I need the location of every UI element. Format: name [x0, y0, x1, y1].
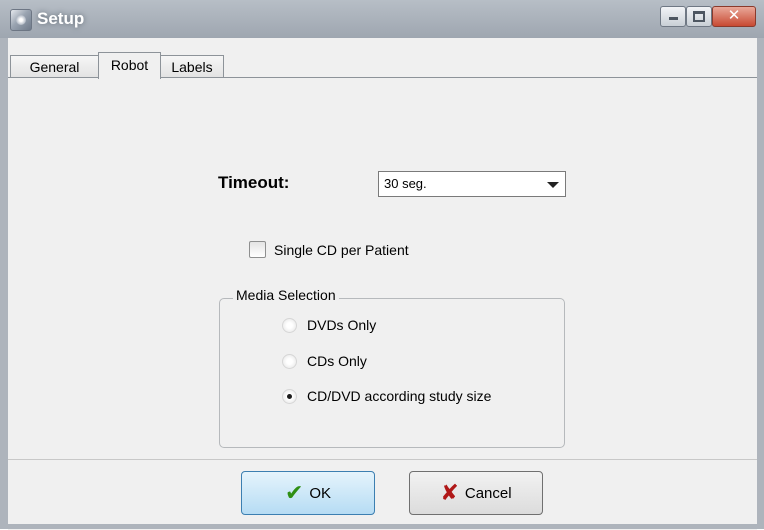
close-icon: ✕	[727, 7, 741, 24]
radio-cd-dvd-by-size-label[interactable]: CD/DVD according study size	[307, 388, 491, 404]
single-cd-label[interactable]: Single CD per Patient	[274, 242, 409, 258]
timeout-value: 30 seg.	[384, 176, 427, 191]
tab-general[interactable]: General	[10, 55, 99, 78]
cancel-button-label: Cancel	[464, 484, 512, 502]
checkmark-icon: ✔	[284, 480, 304, 505]
dialog-footer: ✔ OK ✘ Cancel	[8, 459, 757, 530]
title-bar[interactable]: Setup ✕	[0, 0, 764, 38]
timeout-dropdown[interactable]: 30 seg.	[378, 171, 566, 197]
tab-strip: General Robot Labels	[8, 52, 757, 79]
minimize-icon	[668, 17, 678, 20]
single-cd-checkbox[interactable]	[249, 241, 266, 258]
media-selection-group	[219, 298, 565, 448]
window-title: Setup	[37, 9, 85, 28]
ok-button-label: OK	[309, 484, 332, 502]
radio-dvds-only[interactable]	[282, 318, 297, 333]
dropdown-arrow-icon[interactable]	[547, 182, 559, 188]
cancel-x-icon: ✘	[440, 480, 459, 505]
window-bottom-border	[0, 524, 764, 529]
maximize-icon	[693, 11, 705, 22]
ok-button[interactable]: ✔ OK	[241, 471, 375, 515]
tab-robot[interactable]: Robot	[98, 52, 161, 79]
setup-window: Setup ✕ General Robot Labels Timeout: 30…	[0, 0, 764, 530]
radio-dvds-only-label[interactable]: DVDs Only	[307, 317, 376, 333]
maximize-button[interactable]	[686, 6, 712, 27]
radio-cds-only[interactable]	[282, 354, 297, 369]
close-button[interactable]: ✕	[712, 6, 756, 27]
cancel-button[interactable]: ✘ Cancel	[409, 471, 543, 515]
media-selection-title: Media Selection	[233, 287, 339, 303]
robot-tab-panel: Timeout: 30 seg. Single CD per Patient M…	[8, 77, 757, 449]
app-icon	[10, 9, 32, 31]
dialog-client-area: General Robot Labels Timeout: 30 seg. Si…	[8, 38, 757, 530]
tab-labels[interactable]: Labels	[160, 55, 224, 78]
radio-cds-only-label[interactable]: CDs Only	[307, 353, 367, 369]
minimize-button[interactable]	[660, 6, 686, 27]
timeout-label: Timeout:	[218, 173, 290, 192]
radio-cd-dvd-by-size[interactable]	[282, 389, 297, 404]
